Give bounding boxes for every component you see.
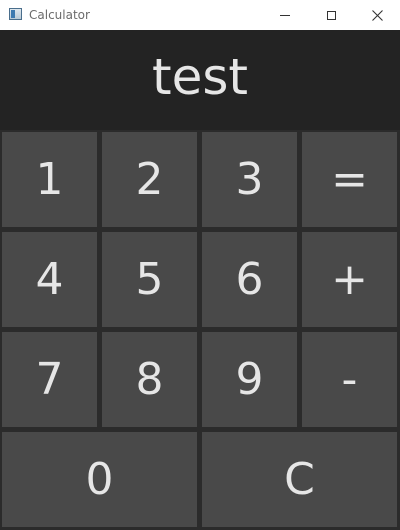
digit-3-button[interactable]: 3 <box>202 132 297 227</box>
digit-8-label: 8 <box>135 353 164 405</box>
calculator-app-icon <box>9 8 22 20</box>
digit-5-label: 5 <box>135 253 164 305</box>
digit-4-button[interactable]: 4 <box>2 232 97 327</box>
digit-7-label: 7 <box>35 353 64 405</box>
minimize-button[interactable] <box>262 0 308 30</box>
title-bar[interactable]: Calculator <box>0 0 400 30</box>
digit-4-label: 4 <box>35 253 64 305</box>
digit-9-button[interactable]: 9 <box>202 332 297 427</box>
clear-button[interactable]: C <box>202 432 397 527</box>
digit-0-button[interactable]: 0 <box>2 432 197 527</box>
plus-label: + <box>331 253 368 305</box>
digit-3-label: 3 <box>235 153 264 205</box>
close-button[interactable] <box>354 0 400 30</box>
digit-1-button[interactable]: 1 <box>2 132 97 227</box>
digit-6-button[interactable]: 6 <box>202 232 297 327</box>
minus-button[interactable]: - <box>302 332 397 427</box>
window-title: Calculator <box>29 8 90 22</box>
digit-1-label: 1 <box>35 153 64 205</box>
equals-button[interactable]: = <box>302 132 397 227</box>
digit-0-label: 0 <box>85 453 114 505</box>
digit-2-label: 2 <box>135 153 164 205</box>
calculator-display: test <box>0 30 400 130</box>
digit-2-button[interactable]: 2 <box>102 132 197 227</box>
maximize-icon <box>326 10 336 20</box>
digit-8-button[interactable]: 8 <box>102 332 197 427</box>
digit-7-button[interactable]: 7 <box>2 332 97 427</box>
digit-6-label: 6 <box>235 253 264 305</box>
minimize-icon <box>280 14 290 16</box>
clear-label: C <box>284 453 315 505</box>
close-icon <box>371 9 383 21</box>
maximize-button[interactable] <box>308 0 354 30</box>
digit-5-button[interactable]: 5 <box>102 232 197 327</box>
equals-label: = <box>331 153 368 205</box>
minus-label: - <box>341 353 358 405</box>
digit-9-label: 9 <box>235 353 264 405</box>
display-value: test <box>151 48 249 106</box>
plus-button[interactable]: + <box>302 232 397 327</box>
